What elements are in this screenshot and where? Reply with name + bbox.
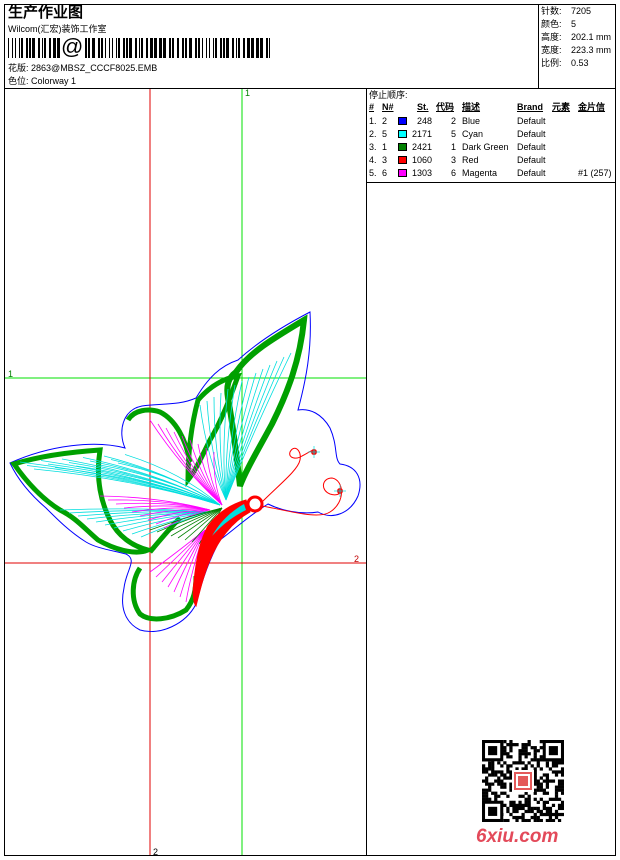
cell-n: 6 — [382, 168, 388, 178]
studio-name: Wilcom(汇宏)装饰工作室 — [8, 24, 107, 34]
guide-label-h1: 1 — [8, 369, 13, 379]
cell-n: 1 — [382, 142, 388, 152]
cell-desc: Magenta — [462, 168, 498, 178]
design-value: 2863@MBSZ_CCCF8025.EMB — [31, 63, 158, 73]
guide-label-v2: 2 — [153, 847, 158, 855]
qr-code — [482, 740, 564, 822]
stat-colors: 颜色: 5 — [541, 19, 577, 29]
cell-st: 1060 — [411, 155, 432, 165]
colorway-label: 色位: — [8, 76, 29, 86]
cell-code: 1 — [450, 142, 456, 152]
cell-code: 6 — [450, 168, 456, 178]
stat-height: 高度: 202.1 mm — [541, 32, 612, 42]
color-swatch — [398, 117, 407, 125]
cell-st: 2421 — [411, 142, 432, 152]
design-file: 花版: 2863@MBSZ_CCCF8025.EMB — [8, 63, 157, 74]
design-canvas: 1 1 2 2 — [5, 89, 366, 855]
color-swatch — [398, 156, 407, 164]
guide-label-v1: 1 — [245, 89, 250, 98]
table-row: 1. 2 248 2 Blue Default — [368, 115, 615, 128]
barcode-text: @ — [60, 34, 85, 59]
colorway-value: Colorway 1 — [31, 76, 77, 86]
cell-n: 3 — [382, 155, 388, 165]
table-row: 3. 1 2421 1 Dark Green Default — [368, 141, 615, 154]
antenna-2 — [261, 477, 342, 516]
cell-code: 5 — [450, 129, 456, 139]
cell-desc: Blue — [462, 116, 481, 126]
cell-desc: Dark Green — [462, 142, 509, 152]
panel-divider — [366, 88, 367, 856]
body-head — [246, 495, 264, 513]
cell-code: 3 — [450, 155, 456, 165]
cell-n: 5 — [382, 129, 388, 139]
stat-stitches: 针数: 7205 — [541, 6, 592, 16]
stat-width: 宽度: 223.3 mm — [541, 45, 612, 55]
guide-label-h2: 2 — [354, 554, 359, 564]
color-swatch — [398, 169, 407, 177]
cell-st: 1303 — [411, 168, 432, 178]
cell-brand: Default — [517, 155, 546, 165]
cell-st: 248 — [416, 116, 432, 126]
table-divider — [366, 182, 616, 183]
color-swatch — [398, 130, 407, 138]
cell-desc: Cyan — [462, 129, 484, 139]
table-header: # N# St. 代码 描述 Brand 元素 金片信 — [369, 102, 606, 112]
antenna-1 — [261, 447, 315, 503]
cell-num: 5. — [369, 168, 377, 178]
cell-st: 2171 — [411, 129, 432, 139]
cell-num: 3. — [369, 142, 377, 152]
watermark-logo: 6xiu.com — [476, 826, 559, 847]
table-row: 2. 5 2171 5 Cyan Default — [368, 128, 615, 141]
page-title: 生产作业图 — [8, 4, 84, 21]
table-row: 4. 3 1060 3 Red Default — [368, 154, 615, 167]
cell-n: 2 — [382, 116, 388, 126]
cell-brand: Default — [517, 142, 546, 152]
cell-desc: Red — [462, 155, 479, 165]
cell-brand: Default — [517, 116, 546, 126]
cell-num: 1. — [369, 116, 377, 126]
cell-num: 4. — [369, 155, 377, 165]
stat-scale: 比例: 0.53 — [541, 58, 589, 68]
cell-num: 2. — [369, 129, 377, 139]
cell-code: 2 — [450, 116, 456, 126]
cell-brand: Default — [517, 168, 546, 178]
table-row: 5. 6 1303 6 Magenta Default #1 (257) — [368, 167, 615, 180]
cell-extra: #1 (257) — [578, 168, 612, 178]
cell-brand: Default — [517, 129, 546, 139]
wing-band-green-left — [125, 407, 193, 463]
color-swatch — [398, 143, 407, 151]
outline-blue — [9, 311, 361, 632]
antenna-sparks — [308, 446, 346, 497]
design-label: 花版: — [8, 63, 29, 73]
barcode — [8, 38, 270, 58]
colorway: 色位: Colorway 1 — [8, 76, 76, 87]
stats-divider — [538, 4, 539, 88]
